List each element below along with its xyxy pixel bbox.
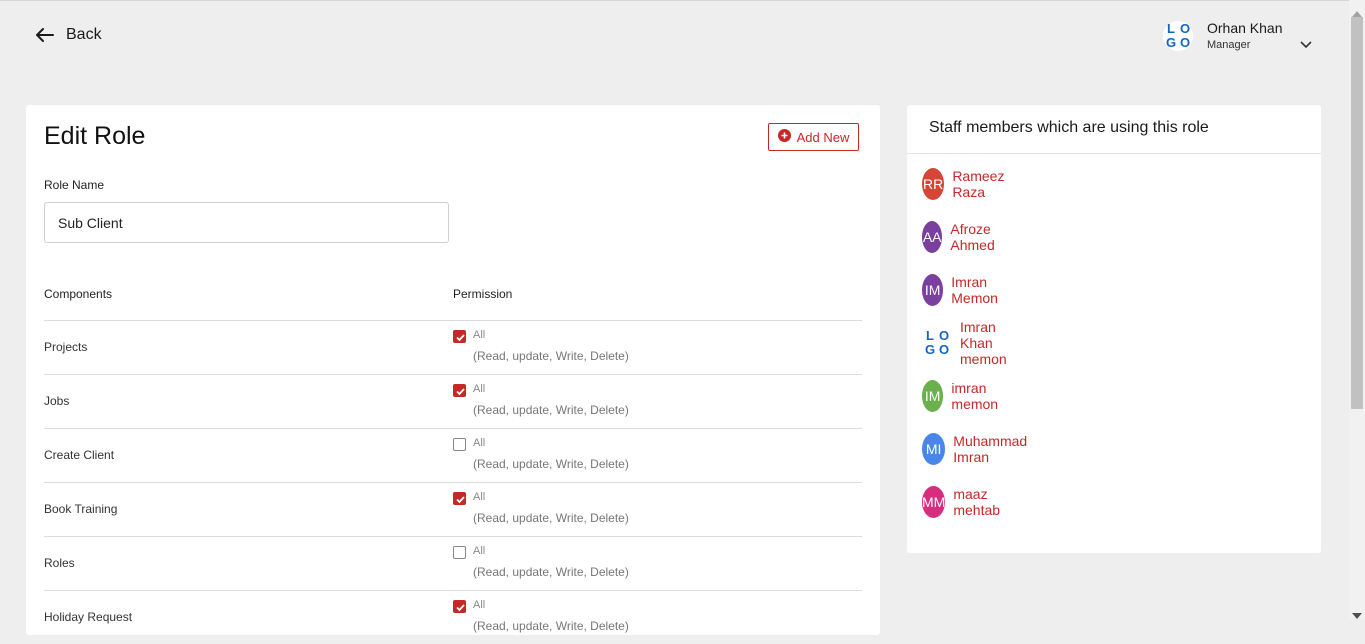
staff-name: imran memon — [951, 380, 999, 412]
avatar: L O G O — [922, 327, 952, 359]
staff-member[interactable]: MM maaz mehtab — [922, 486, 1009, 518]
logo-avatar: L O G O — [1163, 20, 1193, 51]
permission-row: Book Training All (Read, update, Write, … — [44, 482, 862, 536]
permission-all-label: All — [473, 491, 486, 503]
permission-header: Permission — [453, 287, 513, 301]
logo-letter: G — [924, 342, 936, 357]
staff-panel-title: Staff members which are using this role — [929, 119, 1209, 136]
component-name: Book Training — [44, 502, 118, 516]
permission-all-label: All — [473, 329, 486, 341]
component-name: Create Client — [44, 448, 115, 462]
permission-checkbox[interactable] — [453, 330, 466, 343]
add-new-label: Add New — [796, 129, 850, 145]
component-name: Projects — [44, 340, 88, 354]
logo-letter: O — [1179, 20, 1191, 36]
edit-role-panel: Edit Role Add New Role Name Components P… — [26, 105, 880, 635]
plus-circle-icon — [777, 129, 791, 145]
permission-all-label: All — [473, 545, 486, 557]
staff-name: Imran Memon — [951, 274, 998, 306]
permission-checkbox[interactable] — [453, 384, 466, 397]
user-role: Manager — [1207, 39, 1251, 51]
staff-member[interactable]: IM Imran Memon — [922, 274, 1009, 306]
permission-description: (Read, update, Write, Delete) — [473, 619, 629, 633]
user-name: Orhan Khan — [1207, 20, 1283, 36]
avatar: IM — [922, 274, 944, 306]
permission-all-label: All — [473, 599, 486, 611]
component-name: Jobs — [44, 394, 70, 408]
logo-letter: O — [938, 328, 950, 343]
logo-letter: O — [938, 342, 950, 357]
avatar: MM — [922, 486, 946, 518]
permission-checkbox[interactable] — [453, 546, 466, 559]
permission-row: Jobs All (Read, update, Write, Delete) — [44, 374, 862, 428]
staff-name: Rameez Raza — [952, 168, 1005, 200]
permission-description: (Read, update, Write, Delete) — [473, 403, 629, 417]
staff-panel: Staff members which are using this role … — [907, 105, 1321, 553]
divider — [907, 153, 1321, 154]
avatar: AA — [922, 221, 943, 253]
staff-name: Imran Khan memon — [960, 319, 1007, 367]
staff-member[interactable]: AA Afroze Ahmed — [922, 221, 1006, 253]
components-header: Components — [44, 287, 113, 301]
staff-member[interactable]: IM imran memon — [922, 380, 1009, 412]
scroll-up-icon[interactable] — [1352, 4, 1362, 22]
permission-row: Roles All (Read, update, Write, Delete) — [44, 536, 862, 590]
permission-checkbox[interactable] — [453, 492, 466, 505]
user-menu[interactable]: L O G O Orhan Khan Manager — [1163, 20, 1312, 51]
scroll-down-icon[interactable] — [1352, 606, 1362, 624]
permission-description: (Read, update, Write, Delete) — [473, 457, 629, 471]
permission-description: (Read, update, Write, Delete) — [473, 349, 629, 363]
permission-row: Projects All (Read, update, Write, Delet… — [44, 320, 862, 374]
role-name-input[interactable] — [44, 202, 449, 243]
top-border — [0, 0, 1365, 1]
avatar: MI — [922, 433, 946, 465]
arrow-left-icon — [36, 28, 54, 42]
permissions-table: Projects All (Read, update, Write, Delet… — [44, 320, 862, 644]
scrollbar-thumb[interactable] — [1351, 17, 1363, 409]
staff-name: maaz mehtab — [953, 486, 1001, 518]
staff-member[interactable]: MI Muhammad Imran — [922, 433, 1036, 465]
staff-member[interactable]: RR Rameez Raza — [922, 168, 1014, 200]
page-title: Edit Role — [44, 122, 146, 150]
component-name: Holiday Request — [44, 610, 133, 624]
staff-member[interactable]: L O G O Imran Khan memon — [922, 319, 1009, 367]
chevron-down-icon[interactable] — [1300, 36, 1312, 54]
staff-name: Muhammad Imran — [953, 433, 1028, 465]
back-button[interactable]: Back — [36, 26, 102, 44]
permission-all-label: All — [473, 383, 486, 395]
permission-description: (Read, update, Write, Delete) — [473, 511, 629, 525]
role-name-label: Role Name — [44, 178, 105, 192]
logo-letter: L — [1167, 20, 1175, 36]
permission-row: Create Client All (Read, update, Write, … — [44, 428, 862, 482]
logo-avatar: L O G O — [922, 328, 952, 358]
avatar: RR — [922, 168, 945, 200]
logo-letter: L — [926, 328, 934, 343]
logo-letter: G — [1165, 34, 1177, 50]
staff-name: Afroze Ahmed — [950, 221, 995, 253]
add-new-button[interactable]: Add New — [768, 123, 859, 151]
user-info: Orhan Khan Manager — [1207, 20, 1283, 51]
permission-checkbox[interactable] — [453, 600, 466, 613]
component-name: Roles — [44, 556, 75, 570]
permission-checkbox[interactable] — [453, 438, 466, 451]
back-label: Back — [66, 26, 102, 43]
avatar: IM — [922, 380, 944, 412]
permission-row: Holiday Request All (Read, update, Write… — [44, 590, 862, 644]
permission-description: (Read, update, Write, Delete) — [473, 565, 629, 579]
logo-letter: O — [1179, 34, 1191, 50]
permission-all-label: All — [473, 437, 486, 449]
